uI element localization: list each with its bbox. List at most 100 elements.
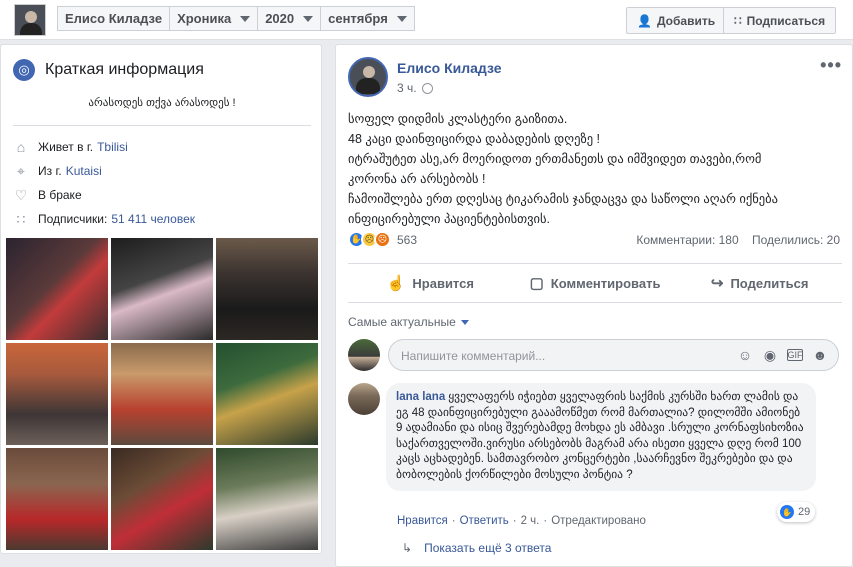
add-user-icon: 👤: [637, 13, 652, 28]
followers-count-link[interactable]: 51 411 человек: [111, 212, 195, 226]
post-card: Елисо Киладзе 3 ч. ••• სოფელ დიდმის კლას…: [335, 44, 853, 567]
breadcrumb-profile-name[interactable]: Елисо Киладзе: [57, 6, 171, 31]
post-line: სოფელ დიდმის კლასტერი გაიზითა.: [348, 112, 568, 126]
breadcrumb-label: Елисо Киладзе: [65, 11, 163, 26]
photo-thumbnail[interactable]: [6, 238, 108, 340]
avatar[interactable]: [348, 383, 380, 415]
share-button[interactable]: ↪ Поделиться: [677, 264, 842, 302]
separator: ·: [543, 515, 548, 527]
comment-input[interactable]: Напишите комментарий... ☺ ◉ GIF ☻: [388, 339, 839, 371]
add-friend-button[interactable]: 👤 Добавить: [626, 7, 727, 34]
globe-icon: ◎: [13, 59, 35, 81]
lives-city-link[interactable]: Tbilisi: [97, 140, 128, 154]
chevron-down-icon: [396, 15, 407, 22]
shares-count-link[interactable]: Поделились: 20: [752, 233, 840, 247]
avatar-body: [20, 23, 42, 35]
intro-header: ◎ Краткая информация: [13, 59, 204, 81]
rss-icon: ∷: [16, 210, 26, 227]
info-lives-in: ⌂ Живет в г. Tbilisi: [13, 139, 128, 155]
post-timestamp[interactable]: 3 ч.: [397, 81, 433, 95]
comment-edited-label[interactable]: Отредактировано: [551, 515, 646, 527]
subscribe-label: Подписаться: [746, 13, 826, 28]
speech-bubble-icon: ▢: [529, 275, 544, 292]
info-relationship: ♡ В браке: [13, 187, 82, 203]
info-from: ⌖ Из г. Kutaisi: [13, 163, 102, 179]
comment-button[interactable]: ▢ Комментировать: [513, 264, 678, 302]
photo-thumbnail[interactable]: [216, 238, 318, 340]
sticker-icon[interactable]: ☻: [812, 347, 828, 363]
more-options-icon[interactable]: •••: [820, 55, 842, 76]
heart-icon: ♡: [14, 186, 28, 203]
like-button[interactable]: ☝ Нравится: [348, 264, 513, 302]
profile-thumbnail[interactable]: [14, 4, 46, 36]
post-stats: Комментарии: 180 Поделились: 20: [626, 233, 840, 247]
globe-icon: [421, 82, 433, 94]
chevron-down-icon: [303, 15, 314, 22]
location-pin-icon: ⌖: [17, 162, 25, 179]
photo-thumbnail[interactable]: [111, 238, 213, 340]
share-label: Поделиться: [730, 275, 809, 291]
breadcrumb-timeline-dropdown[interactable]: Хроника: [169, 6, 259, 31]
comment-reaction-badge[interactable]: ✋ 29: [777, 502, 816, 522]
home-icon: ⌂: [16, 139, 26, 155]
comment-author-link[interactable]: lana lana: [396, 391, 445, 403]
info-followers: ∷ Подписчики: 51 411 человек: [13, 211, 195, 227]
gif-icon[interactable]: GIF: [787, 349, 803, 361]
breadcrumb-year-dropdown[interactable]: 2020: [257, 6, 322, 31]
comment-like-link[interactable]: Нравится: [397, 515, 448, 527]
comments-count-link[interactable]: Комментарии: 180: [636, 233, 738, 247]
comment-reaction-count: 29: [798, 506, 811, 518]
photo-thumbnail[interactable]: [216, 343, 318, 445]
separator: ·: [512, 515, 517, 527]
comment-label: Комментировать: [550, 275, 661, 291]
from-prefix: Из г.: [38, 164, 62, 178]
angry-reaction-icon: ☹: [374, 231, 391, 248]
comment-reply-link[interactable]: Ответить: [460, 515, 509, 527]
breadcrumb-month-dropdown[interactable]: сентября: [320, 6, 415, 31]
share-arrow-icon: ↪: [710, 275, 724, 292]
comment-bubble: lana lana ყველაფერს იჭიებთ ყველაფრის საქმ…: [386, 383, 816, 491]
timeline-header: Елисо Киладзе Хроника 2020 сентября 👤 До…: [0, 0, 853, 40]
post-line: ინფიცირებული პაციენტებისთვის.: [348, 212, 551, 226]
emoji-icon[interactable]: ☺: [737, 347, 753, 363]
avatar-head: [363, 66, 375, 78]
post-body: სოფელ დიდმის კლასტერი გაიზითა. 48 კაცი დ…: [348, 109, 838, 229]
camera-icon[interactable]: ◉: [762, 347, 778, 363]
post-actions-bar: ☝ Нравится ▢ Комментировать ↪ Поделиться: [348, 263, 842, 303]
avatar[interactable]: [348, 339, 380, 371]
like-reaction-icon: ✋: [780, 505, 794, 519]
comment-placeholder: Напишите комментарий...: [401, 349, 546, 363]
post-author-link[interactable]: Елисо Киладзе: [397, 60, 502, 76]
show-more-replies-link[interactable]: ↳ Показать ещё 3 ответа: [402, 541, 551, 555]
breadcrumb-label: 2020: [265, 11, 295, 26]
separator: ·: [451, 515, 456, 527]
photo-thumbnail[interactable]: [216, 448, 318, 550]
post-line: იტრაშუტეთ ასე,არ მოერიდოთ ერთმანეთს და ი…: [348, 152, 762, 166]
post-line: 48 კაცი დაინფიცირდა დაბადების დღეზე !: [348, 132, 600, 146]
comment-text: ყველაფერს იჭიებთ ყველაფრის საქმის კურსში…: [396, 391, 804, 481]
avatar[interactable]: [348, 57, 388, 97]
comment-time[interactable]: 2 ч.: [521, 515, 540, 527]
reaction-summary[interactable]: ✋ ☹ ☹ 563: [348, 231, 417, 248]
post-line: ჩამოიშლება ერთ დღესაც ტიკარამის ჯანდაცვა…: [348, 192, 778, 206]
followers-prefix: Подписчики:: [38, 212, 108, 226]
subscribe-button[interactable]: ∷ Подписаться: [723, 7, 837, 34]
chevron-down-icon: [460, 319, 469, 325]
avatar-head: [25, 11, 37, 23]
post-time-text: 3 ч.: [397, 81, 417, 95]
breadcrumb-label: Хроника: [177, 11, 232, 26]
add-friend-label: Добавить: [656, 13, 716, 28]
from-city-link[interactable]: Kutaisi: [66, 164, 102, 178]
sort-label: Самые актуальные: [348, 315, 456, 329]
breadcrumb: Елисо Киладзе Хроника 2020 сентября: [57, 6, 415, 31]
photo-thumbnail[interactable]: [111, 343, 213, 445]
photo-thumbnail[interactable]: [6, 343, 108, 445]
breadcrumb-label: сентября: [328, 11, 388, 26]
comment-input-tools: ☺ ◉ GIF ☻: [728, 347, 828, 364]
comment-sort-dropdown[interactable]: Самые актуальные: [348, 315, 469, 329]
reaction-count: 563: [397, 232, 418, 247]
photo-thumbnail[interactable]: [111, 448, 213, 550]
photo-thumbnail[interactable]: [6, 448, 108, 550]
intro-card: ◎ Краткая информация არასოდეს თქვა არასო…: [0, 44, 322, 554]
thumbs-up-icon: ☝: [386, 275, 406, 292]
